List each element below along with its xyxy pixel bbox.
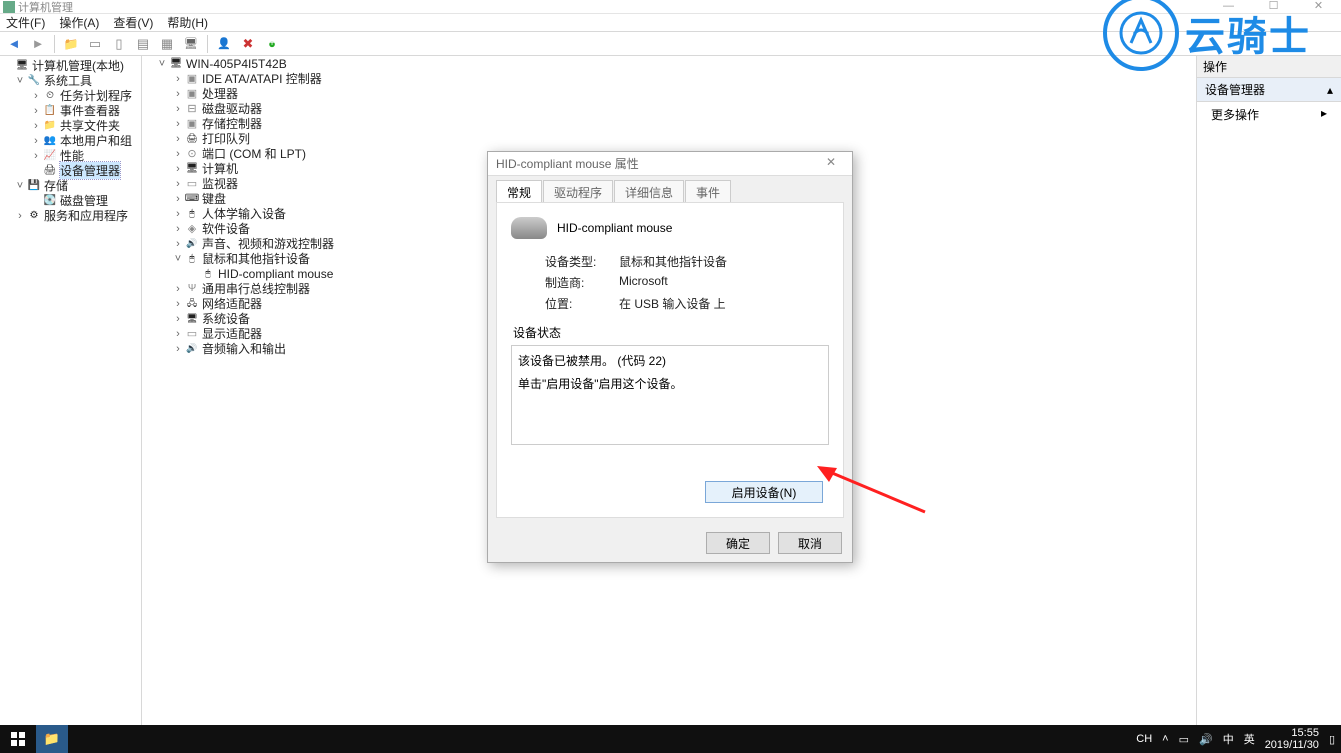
start-button[interactable] (0, 725, 36, 753)
dialog-title: HID-compliant mouse 属性 (496, 155, 639, 172)
user-button[interactable] (214, 34, 234, 54)
tree-storage[interactable]: ˅存储 (0, 178, 141, 193)
tab-events[interactable]: 事件 (685, 180, 731, 202)
view-button-3[interactable] (133, 34, 153, 54)
actions-category[interactable]: 设备管理器 ▴ (1197, 78, 1341, 102)
enable-device-button[interactable]: 启用设备(N) (705, 481, 823, 503)
tree-event-viewer[interactable]: ›事件查看器 (0, 103, 141, 118)
prop-vendor-label: 制造商: (545, 274, 619, 291)
prop-type-value: 鼠标和其他指针设备 (619, 253, 727, 270)
tab-general[interactable]: 常规 (496, 180, 542, 202)
tray-up-icon[interactable]: ˄ (1162, 733, 1168, 745)
clock-date: 2019/11/30 (1265, 739, 1319, 751)
status-line2: 单击"启用设备"启用这个设备。 (518, 375, 822, 392)
chevron-right-icon: ▸ (1321, 106, 1327, 123)
ime-indicator[interactable]: CH (1136, 733, 1152, 745)
taskbar: 📁 CH ˄ ▭ 🔊 中 英 15:55 2019/11/30 ▯ (0, 725, 1341, 753)
tree-disk-mgmt[interactable]: 磁盘管理 (0, 193, 141, 208)
view-button-1[interactable] (85, 34, 105, 54)
tree-shared-folders[interactable]: ›共享文件夹 (0, 118, 141, 133)
enable-button[interactable] (262, 34, 282, 54)
system-tray: CH ˄ ▭ 🔊 中 英 15:55 2019/11/30 ▯ (1136, 727, 1341, 751)
notification-icon[interactable]: ▯ (1329, 733, 1335, 746)
window-title: 计算机管理 (18, 0, 73, 15)
dialog-close-button[interactable]: ✕ (814, 155, 848, 169)
status-label: 设备状态 (513, 324, 829, 341)
ok-button[interactable]: 确定 (706, 532, 770, 554)
dev-ide[interactable]: ›IDE ATA/ATAPI 控制器 (142, 71, 1196, 86)
status-textbox[interactable]: 该设备已被禁用。 (代码 22) 单击"启用设备"启用这个设备。 (511, 345, 829, 445)
prop-type: 设备类型: 鼠标和其他指针设备 (545, 253, 829, 270)
watermark: 云骑士 (1103, 0, 1311, 71)
clock[interactable]: 15:55 2019/11/30 (1265, 727, 1319, 751)
tree-local-users[interactable]: ›本地用户和组 (0, 133, 141, 148)
mouse-icon (511, 217, 547, 239)
prop-location-value: 在 USB 输入设备 上 (619, 295, 726, 312)
tree-system-tools[interactable]: ˅系统工具 (0, 73, 141, 88)
ime-mode[interactable]: 英 (1244, 731, 1255, 747)
view-button-4[interactable] (157, 34, 177, 54)
collapse-icon: ▴ (1327, 83, 1333, 97)
dialog-buttons: 确定 取消 (706, 532, 842, 554)
explorer-icon: 📁 (44, 731, 60, 747)
tab-details[interactable]: 详细信息 (614, 180, 684, 202)
tab-driver[interactable]: 驱动程序 (543, 180, 613, 202)
volume-icon[interactable]: 🔊 (1199, 733, 1213, 746)
ime-lang[interactable]: 中 (1223, 731, 1234, 747)
tree-services-apps[interactable]: ›服务和应用程序 (0, 208, 141, 223)
disable-button[interactable] (238, 34, 258, 54)
back-button[interactable] (4, 34, 24, 54)
actions-pane: 操作 设备管理器 ▴ 更多操作 ▸ (1197, 56, 1341, 725)
status-line1: 该设备已被禁用。 (代码 22) (518, 352, 822, 369)
properties-dialog: HID-compliant mouse 属性 ✕ 常规 驱动程序 详细信息 事件… (487, 151, 853, 563)
app-icon (3, 1, 15, 13)
cancel-button[interactable]: 取消 (778, 532, 842, 554)
taskbar-app[interactable]: 📁 (36, 725, 68, 753)
tree-task-scheduler[interactable]: ›任务计划程序 (0, 88, 141, 103)
actions-more-label: 更多操作 (1211, 106, 1259, 123)
device-header: HID-compliant mouse (511, 217, 829, 239)
dev-diskdrives[interactable]: ›磁盘驱动器 (142, 101, 1196, 116)
watermark-logo-icon (1103, 0, 1179, 71)
view-button-2[interactable] (109, 34, 129, 54)
prop-location: 位置: 在 USB 输入设备 上 (545, 295, 829, 312)
menu-file[interactable]: 文件(F) (6, 14, 45, 31)
actions-category-label: 设备管理器 (1205, 81, 1265, 98)
clock-time: 15:55 (1265, 727, 1319, 739)
tree-root[interactable]: 计算机管理(本地) (0, 58, 141, 73)
menu-action[interactable]: 操作(A) (59, 14, 99, 31)
prop-vendor-value: Microsoft (619, 274, 668, 291)
dialog-titlebar[interactable]: HID-compliant mouse 属性 ✕ (488, 152, 852, 176)
separator (207, 35, 208, 53)
menu-help[interactable]: 帮助(H) (167, 14, 208, 31)
device-name: HID-compliant mouse (557, 221, 672, 235)
dialog-body: HID-compliant mouse 设备类型: 鼠标和其他指针设备 制造商:… (496, 202, 844, 518)
dev-print-queues[interactable]: ›打印队列 (142, 131, 1196, 146)
tree-device-manager[interactable]: 设备管理器 (0, 163, 141, 178)
prop-vendor: 制造商: Microsoft (545, 274, 829, 291)
tree-performance[interactable]: ›性能 (0, 148, 141, 163)
dialog-tabs: 常规 驱动程序 详细信息 事件 (488, 180, 852, 202)
actions-more[interactable]: 更多操作 ▸ (1197, 102, 1341, 127)
dev-storage-ctl[interactable]: ›存储控制器 (142, 116, 1196, 131)
scan-button[interactable] (181, 34, 201, 54)
prop-location-label: 位置: (545, 295, 619, 312)
forward-button[interactable] (28, 34, 48, 54)
separator (54, 35, 55, 53)
up-button[interactable] (61, 34, 81, 54)
network-icon[interactable]: ▭ (1179, 733, 1189, 746)
left-tree-pane: 计算机管理(本地) ˅系统工具 ›任务计划程序 ›事件查看器 ›共享文件夹 ›本… (0, 56, 142, 725)
dev-cpu[interactable]: ›处理器 (142, 86, 1196, 101)
menu-view[interactable]: 查看(V) (113, 14, 153, 31)
watermark-text: 云骑士 (1185, 4, 1311, 62)
prop-type-label: 设备类型: (545, 253, 619, 270)
dev-computer[interactable]: ˅WIN-405P4I5T42B (142, 56, 1196, 71)
